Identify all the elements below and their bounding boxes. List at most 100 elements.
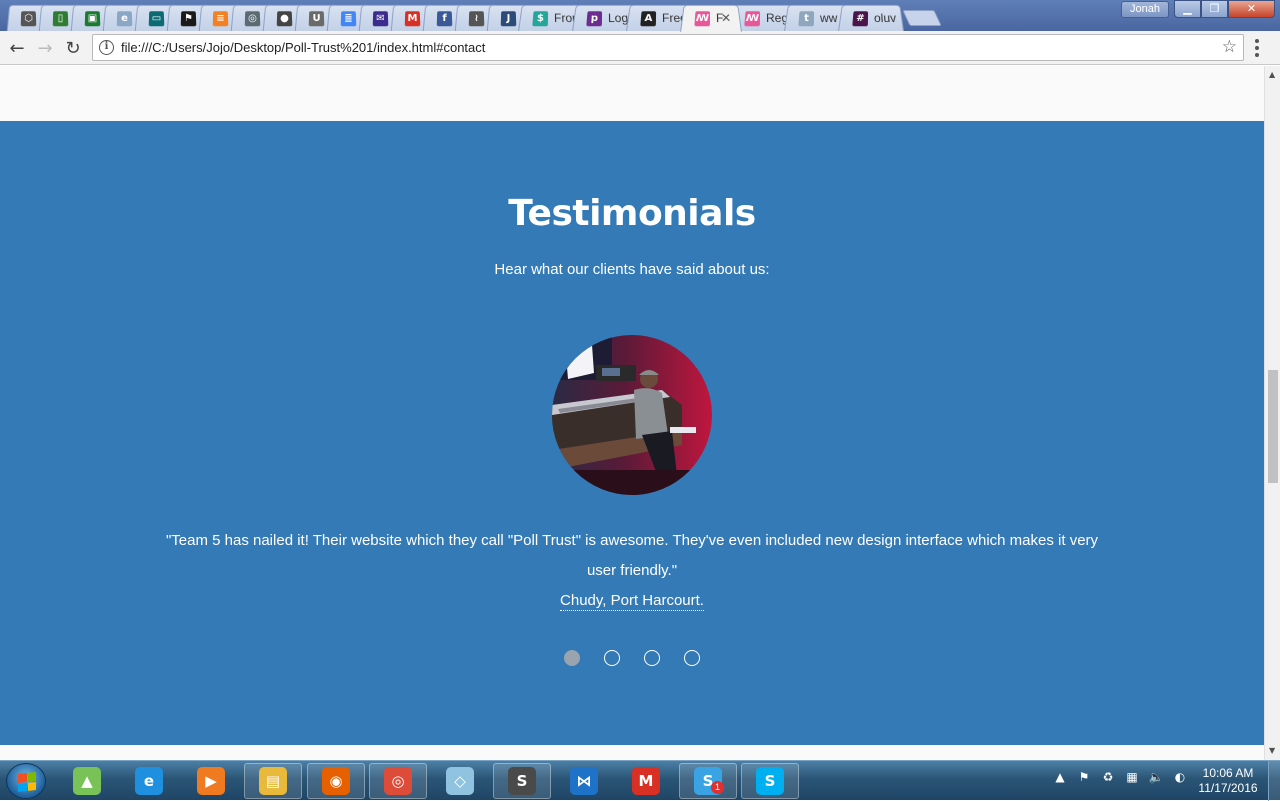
file-explorer-icon: ▤ (259, 767, 287, 795)
waveform-icon: ≀ (469, 11, 485, 26)
codepen-icon: ⬡ (21, 11, 37, 26)
taskbar-clock[interactable]: 10:06 AM 11/17/2016 (1196, 766, 1260, 796)
tab-title: ww (820, 11, 838, 25)
edx-icon: e (117, 11, 133, 26)
taskbar-app-button[interactable]: ◎ (369, 763, 427, 799)
github-icon: ● (277, 11, 293, 26)
tab-title: oluv (874, 11, 897, 25)
document-icon: ▯ (53, 11, 69, 26)
sync-icon[interactable]: ♻ (1100, 769, 1116, 785)
show-hidden-icons-icon[interactable]: ▲ (1052, 769, 1068, 785)
facebook-icon: f (437, 11, 453, 26)
taskbar-app-button[interactable]: ▶ (182, 763, 240, 799)
p-icon: p (586, 11, 602, 26)
system-tray: ▲ ⚑ ♻ ▦ 🔈 ◐ (1052, 769, 1188, 785)
firefox-icon: ◉ (322, 767, 350, 795)
android-studio-icon: ▲ (73, 767, 101, 795)
windows-taskbar: ▲ e ▶ ▤ ◉ ◎ ◇ S ⋈ M S 1 S ▲ ⚑ ♻ ▦ 🔈 ◐ 10:06 AM 11/17… (0, 760, 1280, 800)
browser-toolbar: ← → ↻ i file:///C:/Users/Jojo/Desktop/Po… (0, 31, 1280, 65)
taskbar-app-button[interactable]: S1 (679, 763, 737, 799)
chrome-icon: ◎ (384, 767, 412, 795)
mail-icon: ✉ (373, 11, 389, 26)
carousel-dot-1[interactable] (564, 650, 580, 666)
page-viewport: Testimonials Hear what our clients have … (0, 66, 1264, 760)
udacity-icon: U (309, 11, 325, 26)
close-tab-icon[interactable]: ✕ (721, 11, 732, 25)
taskbar-app-button[interactable]: ◇ (431, 763, 489, 799)
scroll-up-arrow-icon[interactable]: ▲ (1269, 70, 1275, 79)
media-player-icon: ▶ (197, 767, 225, 795)
new-tab-button[interactable] (902, 10, 941, 26)
reload-button[interactable]: ↻ (62, 37, 84, 59)
weather-icon[interactable]: ◐ (1172, 769, 1188, 785)
maximize-button[interactable]: ❐ (1201, 0, 1228, 18)
profile-button[interactable]: Jonah (1121, 1, 1169, 18)
vertical-scrollbar[interactable]: ▲ ▼ (1264, 66, 1280, 760)
forward-button[interactable]: → (34, 37, 56, 59)
browser-tab-strip: ⬡ ▯ ▣ e ▭ ⚑ ≡ ◎ ● U ≣ ✉ Mf ≀ J $ Fron p Logi A Free ꟿ F ✕ ꟿ Reg t w… (0, 0, 1280, 31)
browser-tab[interactable]: ꟿ F ✕ (680, 5, 742, 32)
url-text[interactable]: file:///C:/Users/Jojo/Desktop/Poll-Trust… (121, 40, 485, 55)
taskbar-app-button[interactable]: S (741, 763, 799, 799)
clock-date: 11/17/2016 (1196, 781, 1260, 796)
google-docs-icon: ≣ (341, 11, 357, 26)
sublime-text-icon: S (508, 767, 536, 795)
twitter-icon: t (798, 11, 814, 26)
gmail-icon: M (405, 11, 421, 26)
section-subtitle: Hear what our clients have said about us… (0, 261, 1264, 278)
arrow-left-icon: ← (9, 38, 24, 59)
taskbar-app-button[interactable]: ▲ (58, 763, 116, 799)
internet-explorer-icon: e (135, 767, 163, 795)
taskbar-app-button[interactable]: ▤ (244, 763, 302, 799)
taskbar-app-button[interactable]: M (617, 763, 675, 799)
browser-tab[interactable]: # oluv (838, 5, 904, 32)
taskbar-app-button[interactable]: ◉ (307, 763, 365, 799)
action-center-flag-icon[interactable]: ⚑ (1076, 769, 1092, 785)
scrollbar-thumb[interactable] (1268, 370, 1278, 483)
testimonials-section: Testimonials Hear what our clients have … (0, 121, 1264, 745)
pollen-icon: ꟿ (744, 11, 760, 26)
visual-studio-code-icon: ⋈ (570, 767, 598, 795)
carousel-dot-2[interactable] (604, 650, 620, 666)
pollen-icon: ꟿ (694, 11, 710, 26)
testimonial-author: Chudy, Port Harcourt. (0, 592, 1264, 609)
clock-time: 10:06 AM (1196, 766, 1260, 781)
notification-badge: 1 (711, 781, 724, 794)
testimonial-avatar (552, 335, 712, 495)
taskbar-app-button[interactable]: S (493, 763, 551, 799)
az-icon: A (640, 11, 656, 26)
slides-icon: ▭ (149, 11, 165, 26)
dollar-icon: $ (532, 11, 548, 26)
taskbar-app-button[interactable]: e (120, 763, 178, 799)
stackoverflow-icon: ≡ (213, 11, 229, 26)
slack-icon: # (852, 11, 868, 26)
spiral-icon: ◎ (245, 11, 261, 26)
notes-icon: ◇ (446, 767, 474, 795)
info-icon[interactable]: i (99, 40, 114, 55)
author-name: Chudy, Port Harcourt. (560, 592, 704, 611)
testimonial-quote: "Team 5 has nailed it! Their website whi… (150, 526, 1114, 586)
volume-icon[interactable]: 🔈 (1148, 769, 1164, 785)
tab-list: ⬡ ▯ ▣ e ▭ ⚑ ≡ ◎ ● U ≣ ✉ Mf ≀ J $ Fron p Logi A Free ꟿ F ✕ ꟿ Reg t w… (8, 4, 938, 31)
close-window-button[interactable]: ✕ (1228, 0, 1275, 18)
address-bar[interactable]: i file:///C:/Users/Jojo/Desktop/Poll-Tru… (92, 34, 1244, 61)
minimize-button[interactable]: ▁ (1174, 0, 1201, 18)
spreadsheet-icon: ▣ (85, 11, 101, 26)
section-title: Testimonials (0, 193, 1264, 234)
j-icon: J (501, 11, 517, 26)
start-button[interactable] (6, 763, 46, 799)
show-desktop-button[interactable] (1268, 761, 1280, 801)
network-icon[interactable]: ▦ (1124, 769, 1140, 785)
carousel-indicators (564, 650, 700, 666)
browser-menu-button[interactable] (1255, 39, 1259, 57)
bookmark-star-icon[interactable]: ☆ (1222, 37, 1237, 57)
arrow-right-icon: → (37, 38, 52, 59)
window-controls: ▁ ❐ ✕ (1174, 0, 1275, 18)
back-button[interactable]: ← (6, 37, 28, 59)
scroll-down-arrow-icon[interactable]: ▼ (1269, 746, 1275, 755)
reload-icon: ↻ (65, 38, 80, 59)
windows-logo-icon (18, 772, 36, 792)
carousel-dot-3[interactable] (644, 650, 660, 666)
taskbar-app-button[interactable]: ⋈ (555, 763, 613, 799)
carousel-dot-4[interactable] (684, 650, 700, 666)
